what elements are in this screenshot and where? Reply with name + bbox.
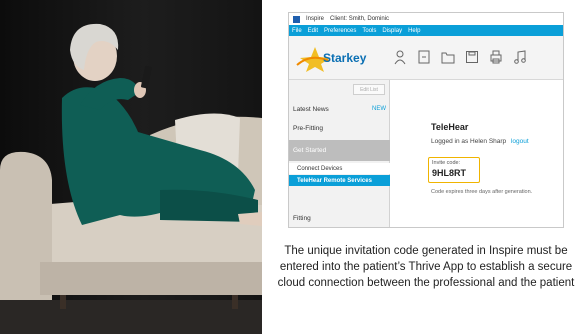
photo-illustration <box>0 23 262 309</box>
sidebar-item-label: Pre-Fitting <box>293 124 323 132</box>
sidebar-item-label: Get Started <box>293 147 327 154</box>
menu-preferences[interactable]: Preferences <box>324 28 356 34</box>
app-icon <box>293 15 300 23</box>
sidebar-item-fitting[interactable]: Fitting <box>289 211 390 225</box>
client-label: Client: Smith, Dominic <box>330 16 390 22</box>
login-status: Logged in as Helen Sharp logout <box>431 138 529 145</box>
music-note-icon[interactable] <box>513 49 527 65</box>
sidebar-item-latest-news[interactable]: Latest News NEW <box>289 102 390 116</box>
page-title: TeleHear <box>431 122 469 132</box>
inspire-screenshot: Inspire Client: Smith, Dominic File Edit… <box>288 12 564 228</box>
sidebar-item-label: Latest News <box>293 105 329 113</box>
telehear-panel: TeleHear Logged in as Helen Sharp logout… <box>391 80 563 227</box>
sidebar-item-label: Connect Devices <box>297 165 343 172</box>
sidebar-item-connect-devices[interactable]: Connect Devices <box>289 163 390 174</box>
menu-edit[interactable]: Edit <box>308 28 318 34</box>
caption-text: The unique invitation code generated in … <box>277 245 575 289</box>
invite-code-value: 9HL8RT <box>432 168 467 178</box>
invite-code-box: Invite code: 9HL8RT <box>428 157 480 183</box>
save-icon[interactable] <box>465 49 479 65</box>
logout-link[interactable]: logout <box>511 138 529 145</box>
sidebar-item-label: TeleHear Remote Services <box>297 177 372 184</box>
printer-icon[interactable] <box>489 49 503 65</box>
invite-code-label: Invite code: <box>432 160 461 166</box>
logged-in-text: Logged in as Helen Sharp <box>431 138 507 145</box>
logo-text: Starkey <box>323 51 367 65</box>
sidebar-item-get-started[interactable]: Get Started <box>289 140 390 161</box>
starkey-logo[interactable]: Starkey <box>293 43 381 73</box>
menu-help[interactable]: Help <box>408 28 420 34</box>
sidebar-item-label: Fitting <box>293 214 311 222</box>
sidebar: Edit List Latest News NEW Pre-Fitting Ge… <box>289 80 390 227</box>
menu-file[interactable]: File <box>292 28 302 34</box>
window-titlebar: Inspire Client: Smith, Dominic <box>289 13 563 25</box>
menu-display[interactable]: Display <box>382 28 402 34</box>
edit-list-button[interactable]: Edit List <box>353 84 385 95</box>
menu-tools[interactable]: Tools <box>362 28 376 34</box>
new-badge: NEW <box>372 106 386 112</box>
app-name: Inspire <box>306 16 325 22</box>
sidebar-item-telehear-remote-services[interactable]: TeleHear Remote Services <box>289 175 390 186</box>
expiry-note: Code expires three days after generation… <box>431 189 533 195</box>
person-icon[interactable] <box>393 49 407 65</box>
menu-bar: File Edit Preferences Tools Display Help <box>289 25 563 36</box>
toolbar: Starkey <box>289 36 563 80</box>
photo-woman-on-couch <box>0 0 262 334</box>
new-document-icon[interactable] <box>417 49 431 65</box>
toolbar-icons <box>393 49 527 65</box>
folder-icon[interactable] <box>441 49 455 65</box>
sidebar-item-pre-fitting[interactable]: Pre-Fitting <box>289 120 390 136</box>
